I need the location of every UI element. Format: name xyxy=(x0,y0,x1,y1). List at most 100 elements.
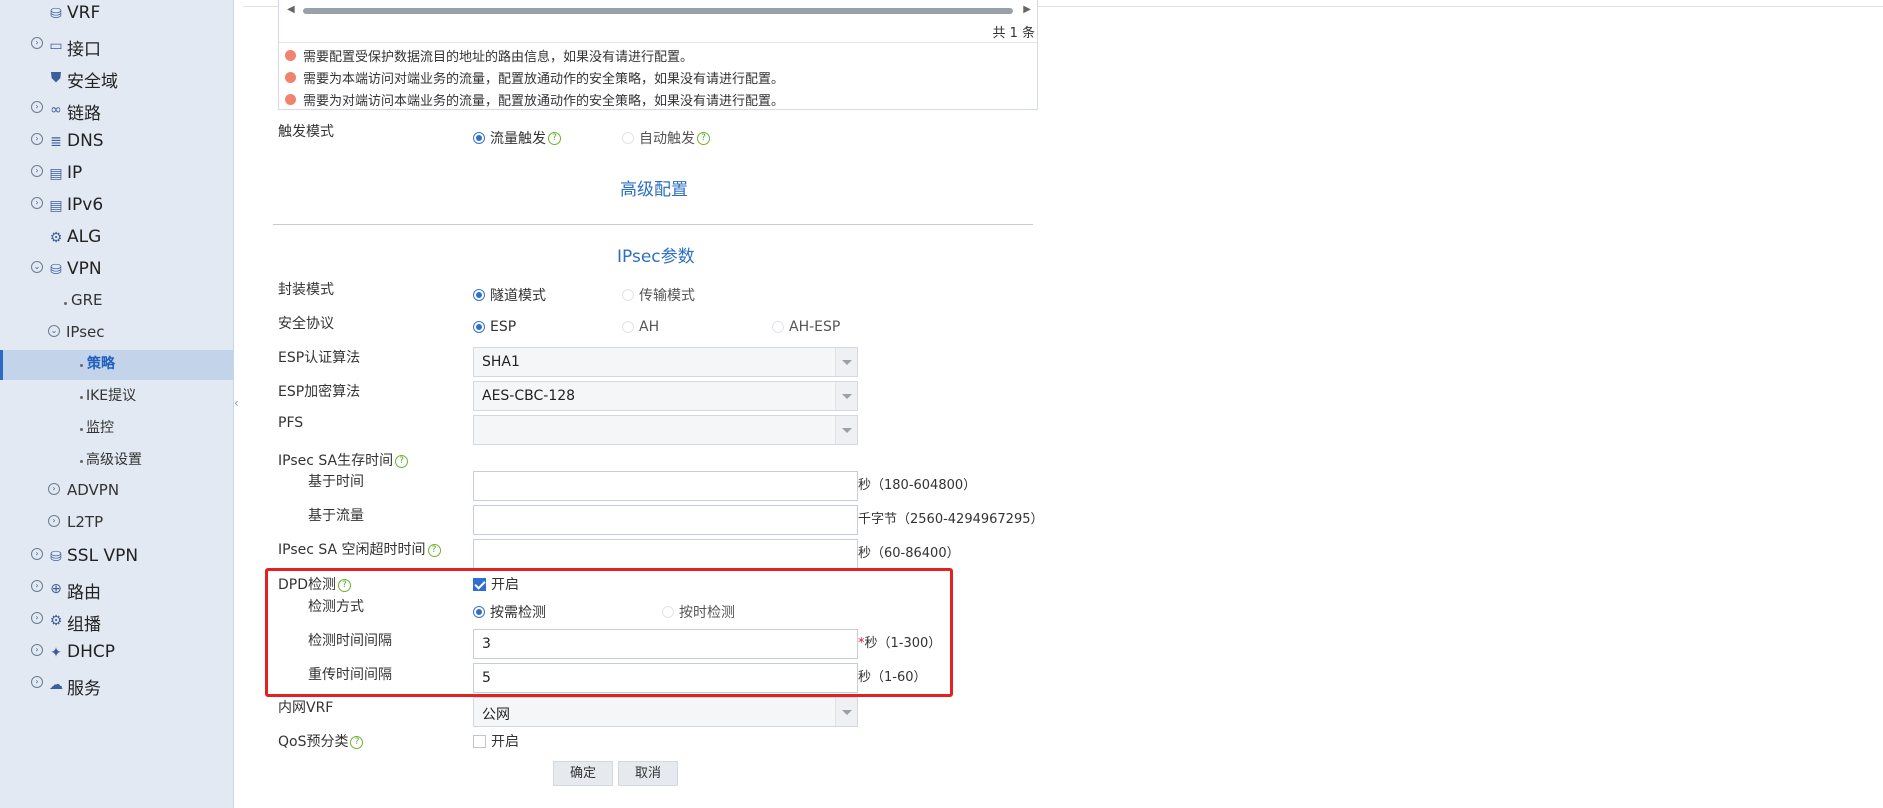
sidebar-item-advanced-settings[interactable]: 高级设置 xyxy=(0,446,234,476)
cancel-button[interactable]: 取消 xyxy=(618,761,678,786)
sidebar-nav: ⛁ VRF › ▭ 接口 ⛊ 安全域 › ∞ 链路 › ≣ DNS › ▤ IP… xyxy=(0,0,234,808)
chevron-down-icon[interactable] xyxy=(835,348,857,376)
sidebar-item-security-zone[interactable]: ⛊ 安全域 xyxy=(0,64,234,94)
advanced-config-title[interactable]: 高级配置 xyxy=(620,175,688,200)
warning-dot-icon xyxy=(285,50,296,61)
sidebar-item-ike-proposal[interactable]: IKE提议 xyxy=(0,382,234,412)
sa-idle-input[interactable] xyxy=(473,539,858,569)
trigger-auto-radio[interactable]: 自动触发? xyxy=(622,128,710,148)
trigger-mode-label: 触发模式 xyxy=(278,124,334,140)
sidebar-item-dns[interactable]: › ≣ DNS xyxy=(0,128,234,158)
expand-icon[interactable]: › xyxy=(31,165,43,177)
sidebar-item-ipv6[interactable]: › ▤ IPv6 xyxy=(0,192,234,222)
note-item: 需要为本端访问对端业务的流量，配置放通动作的安全策略，如果没有请进行配置。 xyxy=(285,68,784,87)
ok-button[interactable]: 确定 xyxy=(553,761,613,786)
expand-icon[interactable]: › xyxy=(48,483,60,495)
chevron-down-icon[interactable] xyxy=(835,416,857,444)
sa-idle-unit: 秒（60-86400） xyxy=(858,546,960,561)
radio-checked-icon xyxy=(473,321,485,333)
radio-checked-icon xyxy=(473,289,485,301)
encap-tunnel-radio[interactable]: 隧道模式 xyxy=(473,285,546,305)
sidebar-item-gre[interactable]: GRE xyxy=(0,288,234,318)
dhcp-icon: ✦ xyxy=(50,645,62,661)
expand-icon[interactable]: › xyxy=(31,197,43,209)
sidebar-item-vrf[interactable]: ⛁ VRF xyxy=(0,0,234,30)
help-icon[interactable]: ? xyxy=(697,131,710,145)
sa-time-input[interactable] xyxy=(473,471,858,501)
sa-lifetime-label: IPsec SA生存时间? xyxy=(278,450,409,470)
scrollbar-thumb[interactable] xyxy=(303,8,1013,14)
chevron-down-icon[interactable] xyxy=(835,698,857,726)
trigger-traffic-radio[interactable]: 流量触发? xyxy=(473,128,561,148)
sidebar-item-alg[interactable]: ⚙ ALG xyxy=(0,224,234,254)
sidebar-item-advpn[interactable]: › ADVPN xyxy=(0,478,234,508)
inner-vrf-label: 内网VRF xyxy=(278,700,334,716)
sidebar-item-vpn[interactable]: ⌄ ⛁ VPN xyxy=(0,256,234,286)
inner-vrf-select[interactable]: 公网 xyxy=(473,697,858,727)
sidebar-item-interface[interactable]: › ▭ 接口 xyxy=(0,32,234,62)
sidebar-item-link[interactable]: › ∞ 链路 xyxy=(0,96,234,126)
expand-icon[interactable]: › xyxy=(31,644,43,656)
horizontal-scrollbar[interactable]: ◀ ▶ xyxy=(287,4,1031,17)
qos-enable-checkbox[interactable]: 开启 xyxy=(473,731,519,751)
chevron-down-icon[interactable] xyxy=(835,382,857,410)
protocol-ah-radio[interactable]: AH xyxy=(622,319,659,335)
encap-mode-label: 封装模式 xyxy=(278,282,334,298)
expand-icon[interactable]: › xyxy=(31,133,43,145)
help-icon[interactable]: ? xyxy=(548,131,561,145)
radio-unchecked-icon xyxy=(622,132,634,144)
expand-icon[interactable]: › xyxy=(31,101,43,113)
ipv6-icon: ▤ xyxy=(49,198,63,214)
collapse-icon[interactable]: ⌄ xyxy=(48,325,60,337)
expand-icon[interactable]: › xyxy=(31,612,43,624)
radio-unchecked-icon xyxy=(772,321,784,333)
sidebar-item-service[interactable]: › ☁ 服务 xyxy=(0,671,234,701)
bullet-icon xyxy=(80,396,83,399)
bullet-icon xyxy=(64,302,67,305)
encap-transport-radio[interactable]: 传输模式 xyxy=(622,285,695,305)
esp-enc-label: ESP加密算法 xyxy=(278,384,361,400)
help-icon[interactable]: ? xyxy=(395,454,409,468)
sa-traffic-input[interactable] xyxy=(473,505,858,535)
expand-icon[interactable]: › xyxy=(31,676,43,688)
sa-time-unit: 秒（180-604800） xyxy=(858,478,977,493)
sidebar-item-ipsec[interactable]: ⌄ IPsec xyxy=(0,320,234,350)
checkbox-unchecked-icon xyxy=(473,734,486,748)
sidebar-item-ssl-vpn[interactable]: › ⛁ SSL VPN xyxy=(0,543,234,573)
radio-unchecked-icon xyxy=(622,321,634,333)
help-icon[interactable]: ? xyxy=(427,543,441,557)
expand-icon[interactable]: › xyxy=(31,37,43,49)
vrf-icon: ⛁ xyxy=(50,6,62,22)
sidebar-item-ip[interactable]: › ▤ IP xyxy=(0,160,234,190)
pfs-select[interactable] xyxy=(473,415,858,445)
sidebar-collapse-icon[interactable]: ‹ xyxy=(234,396,242,426)
expand-icon[interactable]: › xyxy=(31,548,43,560)
sidebar-item-multicast[interactable]: › ⚙ 组播 xyxy=(0,607,234,637)
protocol-ah-esp-radio[interactable]: AH-ESP xyxy=(772,319,840,335)
warning-dot-icon xyxy=(285,72,296,83)
expand-icon[interactable]: › xyxy=(48,515,60,527)
radio-checked-icon xyxy=(473,132,485,144)
bullet-icon xyxy=(80,460,83,463)
scroll-right-icon[interactable]: ▶ xyxy=(1023,4,1031,15)
interface-icon: ▭ xyxy=(49,38,63,54)
sidebar-item-route[interactable]: › ⊕ 路由 xyxy=(0,575,234,605)
esp-enc-select[interactable]: AES-CBC-128 xyxy=(473,381,858,411)
section-divider xyxy=(273,224,1033,225)
sa-time-label: 基于时间 xyxy=(308,474,364,490)
dpd-highlight-box xyxy=(265,568,953,697)
collapse-icon[interactable]: ⌄ xyxy=(31,261,43,273)
sidebar-item-monitor[interactable]: 监控 xyxy=(0,414,234,444)
vpn-icon: ⛁ xyxy=(50,262,62,278)
expand-icon[interactable]: › xyxy=(31,580,43,592)
sidebar-item-l2tp[interactable]: › L2TP xyxy=(0,510,234,540)
scroll-left-icon[interactable]: ◀ xyxy=(287,4,295,15)
esp-auth-select[interactable]: SHA1 xyxy=(473,347,858,377)
dns-icon: ≣ xyxy=(50,134,62,150)
note-item: 需要配置受保护数据流目的地址的路由信息，如果没有请进行配置。 xyxy=(285,46,693,65)
sidebar-item-dhcp[interactable]: › ✦ DHCP xyxy=(0,639,234,669)
protocol-esp-radio[interactable]: ESP xyxy=(473,319,516,335)
sidebar-item-policy[interactable]: 策略 xyxy=(0,350,234,380)
note-item: 需要为对端访问本端业务的流量，配置放通动作的安全策略，如果没有请进行配置。 xyxy=(285,90,784,109)
help-icon[interactable]: ? xyxy=(350,735,364,749)
